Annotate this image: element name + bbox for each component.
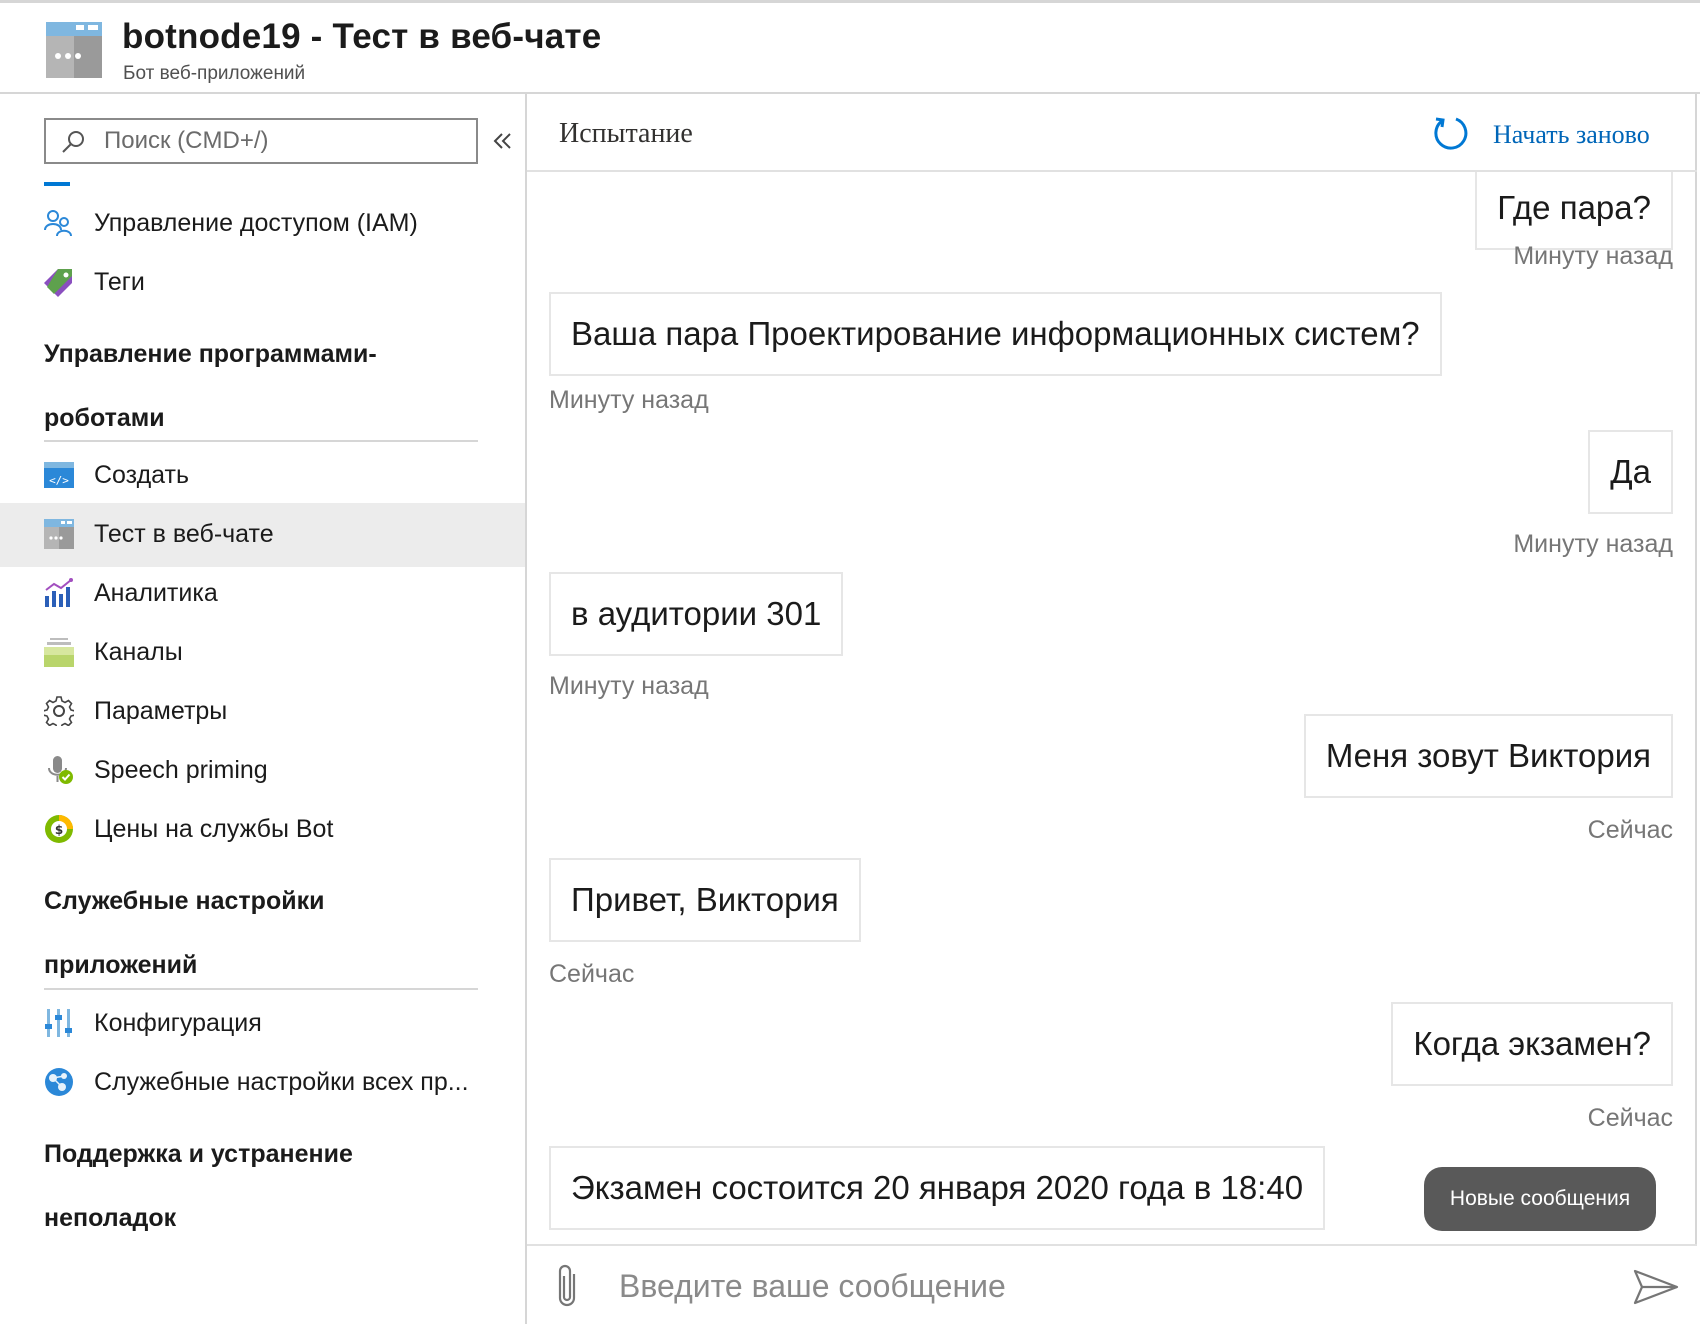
sidebar-item-label: Speech priming — [94, 756, 268, 784]
sidebar-item-settings[interactable]: Параметры — [0, 680, 525, 744]
search-box[interactable] — [44, 118, 478, 164]
bot-message: Привет, Виктория — [549, 858, 861, 942]
webchat-panel: Испытание Начать заново Где пара? Минуту… — [527, 94, 1697, 1324]
clipped-menu-item — [44, 182, 464, 190]
svg-text:</>: </> — [49, 474, 69, 487]
message-composer — [527, 1244, 1697, 1324]
sidebar-item-all-app-settings[interactable]: Служебные настройки всех пр... — [0, 1051, 525, 1115]
svg-text:$: $ — [55, 823, 63, 837]
analytics-icon — [45, 578, 73, 607]
resource-menu-sidebar: Управление доступом (IAM) Теги Управлени… — [0, 94, 527, 1324]
collapse-sidebar-icon[interactable] — [490, 128, 516, 154]
sidebar-item-configuration[interactable]: Конфигурация — [0, 992, 525, 1056]
channels-icon — [44, 638, 74, 667]
user-message: Где пара? — [1475, 172, 1673, 250]
web-app-bot-icon — [46, 22, 102, 78]
microphone-icon — [48, 756, 73, 784]
sidebar-item-speech-priming[interactable]: Speech priming — [0, 739, 525, 803]
message-timestamp: Сейчас — [549, 960, 635, 988]
section-title-support: Поддержка и устранение неполадок — [44, 1140, 353, 1232]
section-title-app-service: Служебные настройки приложений — [44, 887, 325, 979]
send-icon[interactable] — [1633, 1268, 1679, 1306]
page-title: botnode19 - Тест в веб-чате — [122, 17, 602, 56]
section-title-bot-management: Управление программами-роботами — [44, 340, 377, 432]
message-timestamp: Минуту назад — [549, 672, 709, 700]
gear-icon — [44, 696, 74, 726]
sidebar-item-iam[interactable]: Управление доступом (IAM) — [0, 192, 525, 256]
bot-message: Ваша пара Проектирование информационных … — [549, 292, 1442, 376]
section-divider — [44, 988, 478, 990]
user-message: Меня зовут Виктория — [1303, 714, 1673, 798]
message-timestamp: Сейчас — [1587, 816, 1673, 844]
pricing-icon: $ — [45, 815, 73, 843]
search-icon — [62, 131, 84, 153]
sidebar-item-label: Создать — [94, 461, 190, 489]
new-messages-button[interactable]: Новые сообщения — [1424, 1167, 1656, 1231]
section-divider — [44, 440, 478, 442]
sidebar-item-label: Служебные настройки всех пр... — [94, 1068, 469, 1096]
sidebar-item-label: Тест в веб-чате — [94, 520, 274, 548]
azure-portal-page: botnode19 - Тест в веб-чате Бот веб-прил… — [0, 0, 1700, 1324]
sidebar-item-tags[interactable]: Теги — [0, 251, 525, 315]
message-timestamp: Минуту назад — [549, 386, 709, 414]
bot-message: в аудитории 301 — [549, 572, 844, 656]
sidebar-item-analytics[interactable]: Аналитика — [0, 562, 525, 626]
code-icon: </> — [44, 462, 74, 488]
sidebar-item-build[interactable]: </> Создать — [0, 444, 525, 508]
user-message: Когда экзамен? — [1391, 1002, 1673, 1086]
sidebar-item-label: Аналитика — [94, 579, 218, 607]
message-timestamp: Минуту назад — [1513, 530, 1673, 558]
webchat-header: Испытание Начать заново — [527, 94, 1697, 172]
sidebar-item-label: Управление доступом (IAM) — [94, 209, 418, 237]
people-icon — [44, 210, 72, 237]
blade-header: botnode19 - Тест в веб-чате Бот веб-прил… — [0, 0, 1700, 94]
webchat-title: Испытание — [559, 118, 693, 149]
sidebar-item-label: Цены на службы Bot — [94, 815, 334, 843]
message-timestamp: Минуту назад — [1513, 242, 1673, 270]
sidebar-item-label: Конфигурация — [94, 1009, 262, 1037]
page-subtitle: Бот веб-приложений — [123, 63, 306, 84]
globe-icon — [45, 1068, 73, 1096]
message-input[interactable] — [619, 1260, 1519, 1312]
sidebar-item-label: Теги — [94, 268, 145, 296]
sidebar-item-channels[interactable]: Каналы — [0, 621, 525, 685]
start-over-button[interactable]: Начать заново — [1493, 120, 1650, 150]
refresh-icon[interactable] — [1432, 114, 1470, 152]
sidebar-item-test-webchat[interactable]: Тест в веб-чате — [0, 503, 525, 567]
paperclip-icon[interactable] — [553, 1262, 583, 1312]
bot-message: Экзамен состоится 20 января 2020 года в … — [549, 1146, 1326, 1230]
webchat-icon — [44, 519, 74, 549]
message-list: Где пара? Минуту назад Ваша пара Проекти… — [527, 172, 1697, 1238]
sidebar-item-label: Параметры — [94, 697, 228, 725]
sliders-icon — [45, 1009, 72, 1037]
sidebar-item-label: Каналы — [94, 638, 183, 666]
user-message: Да — [1588, 430, 1673, 514]
tag-icon — [44, 269, 72, 297]
search-input[interactable] — [104, 124, 464, 158]
message-timestamp: Сейчас — [1587, 1104, 1673, 1132]
sidebar-item-pricing[interactable]: $ Цены на службы Bot — [0, 798, 525, 862]
